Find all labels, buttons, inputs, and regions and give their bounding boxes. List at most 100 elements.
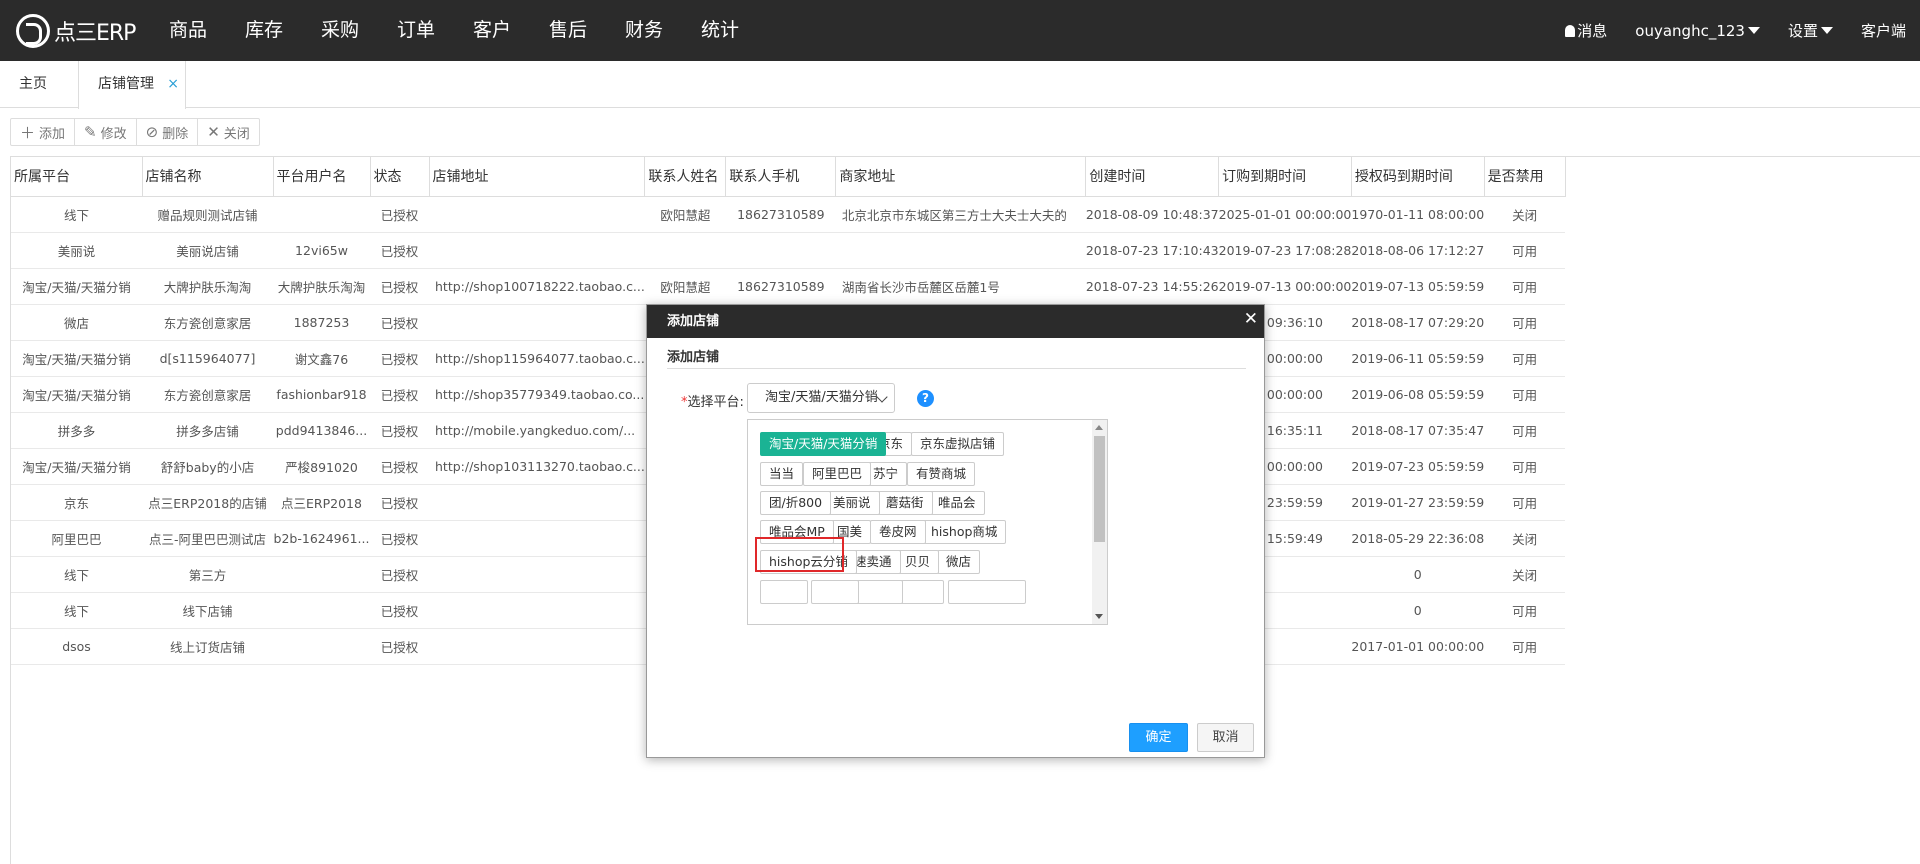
top-navbar: 点三ERP 商品 库存 采购 订单 客户 售后 财务 统计 消息 ouyangh… — [0, 0, 1920, 61]
col-header-platform[interactable]: 所属平台 — [11, 157, 143, 197]
table-cell: http://shop103113270.taobao.c... — [429, 448, 645, 485]
add-label: 添加 — [39, 126, 66, 142]
close-label: 关闭 — [223, 126, 250, 142]
platform-option[interactable]: 蘑菇街 — [877, 491, 933, 515]
col-header-shop-url[interactable]: 店铺地址 — [429, 157, 646, 197]
scrollbar-thumb[interactable] — [1094, 436, 1105, 542]
dialog-subtitle: 添加店铺 — [667, 346, 1246, 369]
close-icon[interactable]: × — [167, 61, 179, 107]
col-header-shop-name[interactable]: 店铺名称 — [142, 157, 274, 197]
table-cell: 淘宝/天猫/天猫分销 — [11, 268, 142, 305]
menu-item-purchase[interactable]: 采购 — [302, 0, 378, 61]
table-cell — [429, 232, 645, 269]
table-row[interactable]: 美丽说 美丽说店铺 12vi65w 已授权 2018-07-23 17:10:43 201… — [11, 232, 1566, 269]
caret-down-icon — [1747, 27, 1760, 34]
table-cell: 2019-07-23 05:59:59 — [1351, 448, 1485, 485]
table-row[interactable]: 淘宝/天猫/天猫分销 大牌护肤乐淘淘 大牌护肤乐淘淘 已授权 http://shop10… — [11, 268, 1566, 305]
cancel-button[interactable]: 取消 — [1197, 723, 1254, 752]
platform-option-partial[interactable] — [811, 580, 859, 604]
table-cell: 大牌护肤乐淘淘 — [142, 268, 273, 305]
table-cell: 1970-01-11 08:00:00 — [1351, 196, 1485, 233]
col-header-created-at[interactable]: 创建时间 — [1085, 157, 1220, 197]
edit-label: 修改 — [100, 126, 127, 142]
ban-icon: ⊘ — [145, 123, 159, 141]
scroll-up-icon[interactable] — [1095, 425, 1103, 430]
table-cell: 已授权 — [370, 556, 429, 593]
main-menu: 商品 库存 采购 订单 客户 售后 财务 统计 — [150, 0, 758, 61]
platform-option[interactable]: 当当 — [760, 462, 804, 486]
table-cell: 点三-阿里巴巴测试店 — [142, 520, 273, 557]
client-label: 客户端 — [1860, 22, 1906, 40]
confirm-button[interactable]: 确定 — [1129, 723, 1188, 752]
platform-option[interactable]: 有赞商城 — [907, 462, 976, 486]
table-cell: 已授权 — [370, 304, 429, 341]
platform-option-partial[interactable] — [896, 580, 944, 604]
menu-item-inventory[interactable]: 库存 — [226, 0, 302, 61]
table-cell: 已授权 — [370, 376, 429, 413]
menu-item-statistics[interactable]: 统计 — [682, 0, 758, 61]
close-button[interactable]: ✕ 关闭 — [198, 119, 259, 145]
table-header: 所属平台 店铺名称 平台用户名 状态 店铺地址 联系人姓名 联系人手机 商家地址… — [11, 157, 1566, 197]
table-cell: 可用 — [1484, 340, 1566, 377]
platform-option-partial[interactable] — [855, 580, 903, 604]
col-header-contact-name[interactable]: 联系人姓名 — [644, 157, 727, 197]
user-menu[interactable]: ouyanghc_123 — [1635, 22, 1760, 40]
table-cell: fashionbar918 — [273, 376, 370, 413]
col-header-auth-expiry[interactable]: 授权码到期时间 — [1351, 157, 1485, 197]
col-header-contact-phone[interactable]: 联系人手机 — [725, 157, 837, 197]
col-header-platform-user[interactable]: 平台用户名 — [273, 157, 371, 197]
menu-item-customers[interactable]: 客户 — [454, 0, 530, 61]
table-cell: 可用 — [1484, 412, 1566, 449]
platform-option[interactable]: 阿里巴巴 — [803, 462, 872, 486]
platform-option[interactable]: 卷皮网 — [870, 520, 926, 544]
menu-item-products[interactable]: 商品 — [150, 0, 226, 61]
tab-shop-management-label: 店铺管理 — [98, 76, 154, 92]
table-cell: 18627310589 — [725, 268, 836, 305]
table-cell: 已授权 — [370, 232, 429, 269]
table-cell: 2018-07-23 14:55:26 — [1085, 268, 1219, 305]
messages-link[interactable]: 消息 — [1565, 20, 1607, 41]
table-cell — [273, 628, 370, 665]
platform-option[interactable]: 淘宝/天猫/天猫分销 — [760, 432, 887, 456]
table-cell: 拼多多 — [11, 412, 142, 449]
edit-button[interactable]: ✎ 修改 — [75, 119, 137, 145]
tab-home[interactable]: 主页 — [19, 61, 47, 108]
menu-item-orders[interactable]: 订单 — [378, 0, 454, 61]
platform-option[interactable]: hishop商城 — [922, 520, 1007, 544]
delete-button[interactable]: ⊘ 删除 — [137, 119, 199, 145]
dialog-title: 添加店铺 — [647, 305, 1264, 338]
help-icon[interactable]: ? — [917, 390, 934, 407]
table-cell: 淘宝/天猫/天猫分销 — [11, 376, 142, 413]
col-header-order-expiry[interactable]: 订购到期时间 — [1218, 157, 1352, 197]
platform-option[interactable]: 贝贝 — [896, 550, 940, 574]
platform-option-partial[interactable] — [760, 580, 808, 604]
platform-option[interactable]: 美丽说 — [824, 491, 880, 515]
platform-option-partial[interactable] — [948, 580, 1026, 604]
platform-option[interactable]: 唯品会 — [929, 491, 985, 515]
client-link[interactable]: 客户端 — [1861, 20, 1906, 41]
table-cell: 京东 — [11, 484, 142, 521]
menu-item-aftersales[interactable]: 售后 — [530, 0, 606, 61]
scrollbar[interactable] — [1092, 420, 1107, 624]
table-row[interactable]: 线下 赠品规则测试店铺 已授权 欧阳慧超 18627310589 北京北京市东城区第三方士… — [11, 196, 1566, 233]
platform-option[interactable]: 微店 — [937, 550, 981, 574]
menu-item-finance[interactable]: 财务 — [606, 0, 682, 61]
add-button[interactable]: ＋ 添加 — [11, 119, 76, 145]
close-icon[interactable]: ✕ — [1244, 309, 1258, 329]
table-cell: 12vi65w — [273, 232, 370, 269]
col-header-merchant-address[interactable]: 商家地址 — [835, 157, 1087, 197]
settings-menu[interactable]: 设置 — [1788, 20, 1833, 41]
table-cell: 东方瓷创意家居 — [142, 376, 273, 413]
table-cell: 可用 — [1484, 232, 1566, 269]
col-header-status[interactable]: 状态 — [370, 157, 430, 197]
tab-shop-management[interactable]: 店铺管理 × — [78, 61, 186, 109]
platform-option[interactable]: 京东虚拟店铺 — [911, 432, 1005, 456]
table-cell: 严梭891020 — [273, 448, 370, 485]
col-header-disabled[interactable]: 是否禁用 — [1484, 157, 1566, 197]
platform-select[interactable]: 淘宝/天猫/天猫分销 — [747, 383, 895, 413]
table-cell: 关闭 — [1484, 520, 1566, 557]
logo[interactable]: 点三ERP — [16, 13, 136, 49]
scroll-down-icon[interactable] — [1095, 614, 1103, 619]
platform-option[interactable]: 团/折800 — [760, 491, 832, 515]
table-cell — [429, 520, 645, 557]
